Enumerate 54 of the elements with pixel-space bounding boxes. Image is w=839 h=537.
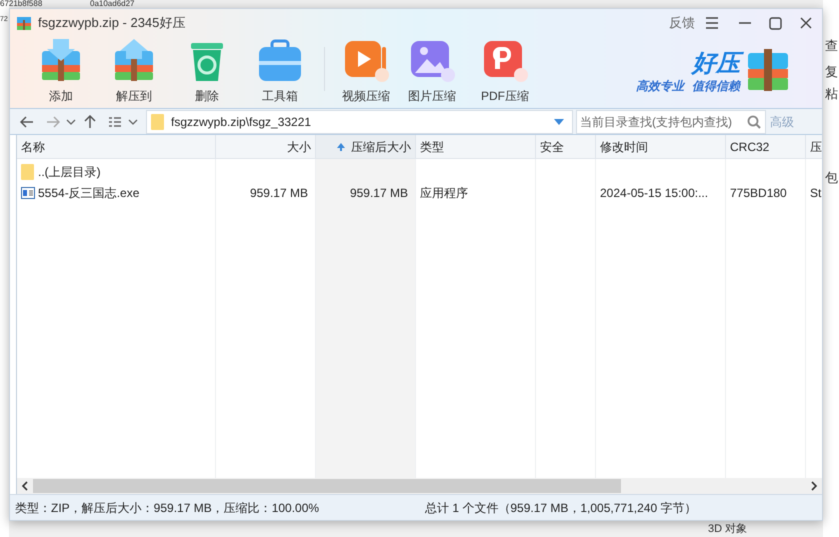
table-cell-text: 959.17 MB: [250, 184, 308, 202]
background-text: 包: [825, 169, 838, 187]
file-name-cell[interactable]: 5554-反三国志.exe: [17, 184, 216, 202]
toolbar-button[interactable]: 图片压缩: [399, 37, 465, 105]
app-logo-icon: [16, 15, 32, 31]
column-header[interactable]: 修改时间: [596, 135, 726, 159]
brand-logo-icon: [746, 47, 790, 93]
dropdown-icon[interactable]: [554, 118, 564, 124]
folder-icon: [21, 164, 34, 180]
table-cell-text: 959.17 MB: [350, 184, 408, 202]
file-name-cell[interactable]: ..(上层目录): [17, 162, 216, 180]
column-header[interactable]: CRC32: [726, 135, 806, 159]
column-header[interactable]: 类型: [416, 135, 536, 159]
table-cell-text: St: [810, 184, 822, 202]
table-cell-text: 应用程序: [420, 184, 468, 202]
up-icon[interactable]: [84, 114, 96, 128]
dropdown-icon[interactable]: [66, 118, 76, 124]
status-text: 类型：ZIP，解压后大小：959.17 MB，压缩比：100.00%: [15, 500, 320, 516]
brand-slogan: 值得信赖: [692, 78, 740, 95]
toolbar-button[interactable]: PDF压缩: [472, 37, 538, 105]
folder-icon: [151, 114, 164, 130]
search-icon[interactable]: [747, 114, 761, 128]
back-icon[interactable]: [20, 116, 34, 128]
toolbar-button[interactable]: 工具箱: [247, 37, 313, 105]
background-text: 6721b8f588: [0, 0, 42, 8]
background-text: 粘: [825, 85, 838, 103]
path-field[interactable]: fsgzzwypb.zip\fsgz_33221: [146, 110, 573, 134]
dropdown-icon[interactable]: [128, 118, 138, 124]
table-cell-text: 2024-05-15 15:00:...: [600, 184, 708, 202]
toolbar-button[interactable]: 删除: [174, 37, 240, 105]
table-cell-text: 775BD180: [730, 184, 787, 202]
window-title: fsgzzwypb.zip - 2345好压: [38, 14, 186, 32]
search-field[interactable]: 当前目录查找(支持包内查找): [576, 110, 766, 134]
background-text: 0a10ad6d27: [90, 0, 134, 8]
column-header[interactable]: 名称: [17, 135, 216, 159]
column-header[interactable]: 压: [806, 135, 822, 159]
background-text: 复: [825, 63, 838, 81]
toolbar-button[interactable]: 解压到: [101, 37, 167, 105]
menu-icon[interactable]: [705, 17, 719, 29]
column-header[interactable]: 压缩后大小: [316, 135, 416, 159]
program-icon: [21, 186, 35, 198]
scrollbar-thumb[interactable]: [33, 479, 621, 493]
feedback-button[interactable]: 反馈: [669, 13, 695, 33]
sort-arrow-icon: [337, 142, 345, 150]
background-text: 查: [825, 37, 838, 55]
column-header[interactable]: 安全: [536, 135, 596, 159]
toolbar-button[interactable]: 添加: [28, 37, 94, 105]
brand-slogan: 高效专业: [636, 78, 684, 95]
background-text: 3D 对象: [708, 522, 748, 536]
view-list-icon[interactable]: [108, 116, 122, 128]
close-icon[interactable]: [800, 17, 812, 29]
status-text: 总计 1 个文件（959.17 MB，1,005,771,240 字节）: [425, 500, 696, 516]
toolbar-button[interactable]: 视频压缩: [333, 37, 399, 105]
maximize-icon[interactable]: [769, 16, 782, 30]
